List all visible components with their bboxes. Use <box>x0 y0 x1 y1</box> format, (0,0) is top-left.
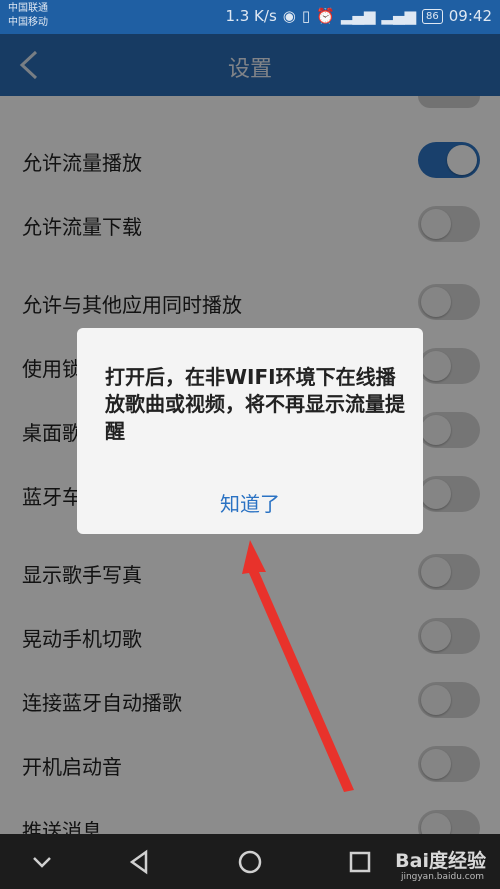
alarm-icon: ⏰ <box>316 7 335 25</box>
status-bar: 中国联通 中国移动 1.3 K/s ◉ ▯ ⏰ ▂▄▆ ▂▄▆ 86 09:42 <box>0 0 500 34</box>
chevron-down-icon[interactable] <box>26 846 58 878</box>
carrier-info: 中国联通 中国移动 <box>8 2 48 30</box>
status-indicators: 1.3 K/s ◉ ▯ ⏰ ▂▄▆ ▂▄▆ 86 09:42 <box>225 7 492 25</box>
signal-2g-icon: ▂▄▆ <box>381 7 417 25</box>
carrier-2: 中国移动 <box>8 17 48 28</box>
dialog-ok-button[interactable]: 知道了 <box>77 488 423 517</box>
clock: 09:42 <box>448 7 492 25</box>
watermark-logo: Bai度经验 <box>395 850 486 872</box>
navigation-bar: Bai度经验 jingyan.baidu.com <box>0 834 500 889</box>
wifi-hotspot-icon: ◉ <box>282 7 296 25</box>
home-circle-icon[interactable] <box>234 846 266 878</box>
dialog-message: 打开后，在非WIFI环境下在线播放歌曲或视频，将不再显示流量提醒 <box>105 365 405 443</box>
recent-apps-icon[interactable] <box>344 846 376 878</box>
signal-icon: ▂▄▆ <box>340 7 376 25</box>
back-triangle-icon[interactable] <box>124 846 156 878</box>
watermark-site: jingyan.baidu.com <box>400 872 484 882</box>
carrier-1: 中国联通 <box>8 3 48 14</box>
traffic-alert-dialog: 打开后，在非WIFI环境下在线播放歌曲或视频，将不再显示流量提醒 知道了 <box>77 328 423 534</box>
vibrate-icon: ▯ <box>301 7 311 25</box>
battery-icon: 86 <box>422 8 443 24</box>
network-speed: 1.3 K/s <box>225 7 277 25</box>
